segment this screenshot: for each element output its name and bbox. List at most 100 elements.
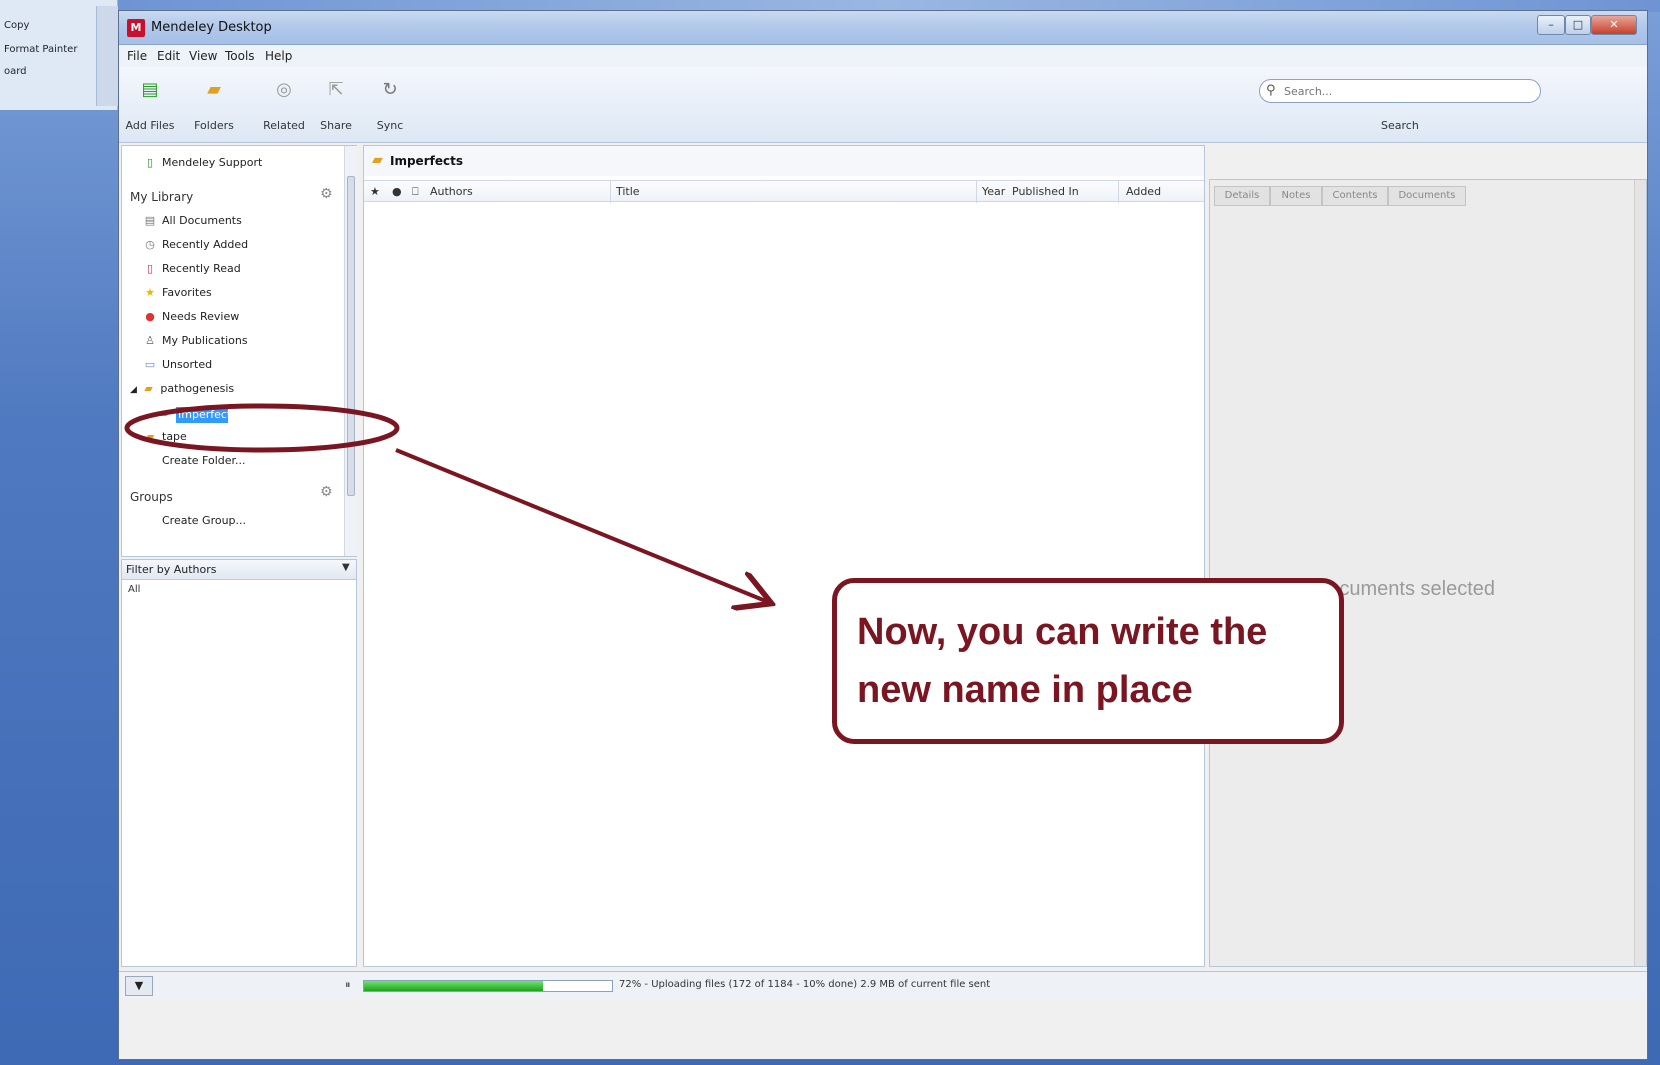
share-icon: ⇱	[328, 79, 344, 100]
sidebar-item-label: Recently Added	[162, 238, 249, 251]
filter-panel: Filter by Authors ▼ All	[121, 559, 357, 967]
folder-rename-input[interactable]: Imperfects	[176, 407, 237, 423]
groups-gear-icon[interactable]: ⚙	[320, 484, 333, 500]
document-list-panel: ▰ Imperfects ★ ● ⎕ Authors Title Year Pu…	[363, 145, 1205, 967]
menu-edit[interactable]: Edit	[157, 49, 180, 63]
folders-button[interactable]: ▰ Folders	[189, 75, 239, 135]
sidebar-folder-label: pathogenesis	[160, 382, 235, 395]
folders-icon: ▰	[207, 79, 221, 100]
folders-label: Folders	[194, 119, 234, 132]
search-box[interactable]: ⚲	[1259, 79, 1541, 103]
favorite-column-star-icon[interactable]: ★	[370, 185, 380, 198]
pause-icon[interactable]: ⏸	[345, 978, 351, 992]
filter-item-all[interactable]: All	[128, 584, 140, 595]
sidebar-item-label: Favorites	[162, 286, 212, 299]
sync-icon: ↻	[382, 79, 398, 100]
clock-icon: ◷	[145, 238, 155, 251]
details-scrollbar[interactable]	[1634, 180, 1646, 966]
read-status-column-dot-icon[interactable]: ●	[392, 185, 402, 198]
expand-arrow-icon[interactable]: ◢	[130, 385, 137, 395]
library-gear-icon[interactable]: ⚙	[320, 186, 333, 202]
sidebar-item-all-documents[interactable]: ▤ All Documents	[142, 214, 242, 232]
sync-button[interactable]: ↻ Sync	[365, 75, 415, 135]
sidebar-item-parent-folder[interactable]: ◢ ▰ pathogenesis	[130, 382, 234, 400]
folder-icon: ▰	[372, 152, 383, 168]
word-clipboard-label: oard	[4, 66, 27, 77]
related-icon: ◎	[276, 79, 292, 100]
sidebar-item-favorites[interactable]: ★ Favorites	[142, 286, 212, 304]
sidebar-item-label: Needs Review	[162, 310, 240, 323]
sidebar-item-label: Unsorted	[162, 358, 213, 371]
folder-icon: ▰	[144, 382, 153, 395]
filter-dropdown[interactable]: Filter by Authors ▼	[122, 560, 356, 580]
sidebar-scrollbar[interactable]	[344, 146, 357, 556]
tab-details[interactable]: Details	[1214, 186, 1270, 206]
column-authors[interactable]: Authors	[430, 185, 473, 198]
search-input[interactable]	[1284, 83, 1524, 99]
folder-icon: ▰	[145, 430, 155, 443]
column-separator[interactable]	[1118, 181, 1119, 203]
add-files-button[interactable]: ▤ Add Files	[125, 75, 175, 135]
column-year[interactable]: Year	[982, 185, 1005, 198]
column-separator[interactable]	[976, 181, 977, 203]
create-group-link[interactable]: Create Group...	[162, 514, 246, 532]
review-icon: ●	[145, 310, 155, 323]
sidebar-item-label: All Documents	[162, 214, 242, 227]
add-files-icon: ▤	[141, 79, 159, 100]
tab-documents[interactable]: Documents	[1388, 186, 1466, 206]
title-bar: M Mendeley Desktop – □ ✕	[119, 11, 1647, 45]
sidebar-item-my-publications[interactable]: ♙ My Publications	[142, 334, 248, 352]
column-added[interactable]: Added	[1126, 185, 1161, 198]
star-icon: ★	[145, 286, 155, 299]
folder-title-bar: ▰ Imperfects	[364, 146, 1204, 176]
share-label: Share	[320, 119, 352, 132]
related-button[interactable]: ◎ Related	[259, 75, 309, 135]
groups-header: Groups	[130, 490, 173, 504]
related-label: Related	[263, 119, 305, 132]
status-text: 72% - Uploading files (172 of 1184 - 10%…	[619, 979, 991, 990]
close-button[interactable]: ✕	[1591, 15, 1637, 35]
column-published-in[interactable]: Published In	[1012, 185, 1079, 198]
tab-notes[interactable]: Notes	[1270, 186, 1322, 206]
sidebar-item-unsorted[interactable]: ▭ Unsorted	[142, 358, 212, 376]
person-icon: ♙	[145, 334, 155, 347]
sidebar-item-recently-read[interactable]: ▯ Recently Read	[142, 262, 241, 280]
create-folder-link[interactable]: Create Folder...	[162, 454, 246, 472]
search-icon: ⚲	[1266, 83, 1276, 98]
mendeley-window: M Mendeley Desktop – □ ✕ File Edit View …	[118, 10, 1648, 1060]
column-title[interactable]: Title	[616, 185, 640, 198]
menu-bar: File Edit View Tools Help	[119, 45, 1647, 67]
sidebar-item-needs-review[interactable]: ● Needs Review	[142, 310, 239, 328]
sidebar-item-support[interactable]: ▯ Mendeley Support	[142, 156, 262, 174]
column-header-row: ★ ● ⎕ Authors Title Year Published In Ad…	[364, 180, 1204, 203]
attachment-column-icon[interactable]: ⎕	[412, 185, 419, 199]
sidebar-folder-label: tape	[162, 430, 187, 443]
sidebar-item-recently-added[interactable]: ◷ Recently Added	[142, 238, 248, 256]
sidebar-item-label: Recently Read	[162, 262, 241, 275]
tab-contents[interactable]: Contents	[1322, 186, 1388, 206]
menu-file[interactable]: File	[127, 49, 147, 63]
sidebar-item-subfolder[interactable]: ▰ tape	[142, 430, 187, 448]
column-separator[interactable]	[610, 181, 611, 203]
search-label: Search	[1381, 119, 1419, 132]
word-ribbon-strip: Copy Format Painter oard	[0, 0, 118, 110]
book-icon: ▯	[146, 262, 154, 275]
share-button[interactable]: ⇱ Share	[311, 75, 361, 135]
sidebar-support-label: Mendeley Support	[162, 156, 263, 169]
toolbar: ▤ Add Files ▰ Folders ◎ Related ⇱ Share …	[119, 67, 1647, 143]
menu-tools[interactable]: Tools	[225, 49, 255, 63]
word-format-painter-label[interactable]: Format Painter	[4, 44, 77, 55]
chevron-down-icon[interactable]: ▼	[342, 562, 350, 573]
minimize-button[interactable]: –	[1537, 15, 1565, 35]
maximize-button[interactable]: □	[1565, 15, 1591, 35]
support-icon: ▯	[146, 156, 154, 169]
menu-help[interactable]: Help	[265, 49, 292, 63]
folder-icon: ▰	[160, 406, 170, 420]
folder-title: Imperfects	[390, 154, 463, 168]
filter-toggle-button[interactable]: ▼	[125, 976, 153, 996]
menu-view[interactable]: View	[189, 49, 217, 63]
word-copy-label[interactable]: Copy	[4, 20, 29, 31]
upload-progress-bar	[363, 980, 613, 992]
sidebar-scrollbar-thumb[interactable]	[347, 176, 355, 496]
documents-icon: ▤	[144, 214, 156, 227]
